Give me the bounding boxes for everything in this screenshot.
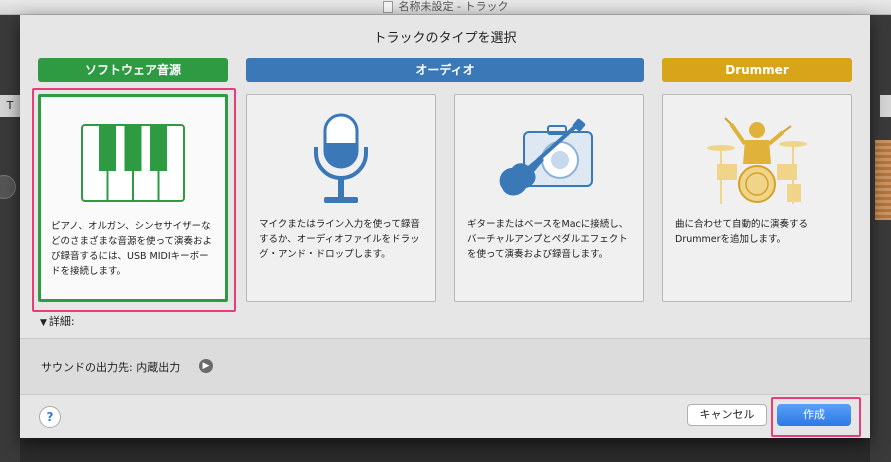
audio-waveform <box>875 140 891 220</box>
category-audio: オーディオ <box>246 58 644 82</box>
disclosure-triangle-icon: ▼ <box>40 318 47 328</box>
card-drummer[interactable]: 曲に合わせて自動的に演奏するDrummerを追加します。 <box>662 94 852 302</box>
window-titlebar: 名称未設定 - トラック <box>0 0 891 15</box>
window-title-wrap: 名称未設定 - トラック <box>0 0 891 14</box>
background-right-panel <box>870 15 891 462</box>
card-icon-wrap <box>663 113 851 209</box>
card-audio-guitar[interactable]: ギターまたはベースをMacに接続し、バーチャルアンプとペダルエフェクトを使って演… <box>454 94 644 302</box>
document-icon <box>382 1 393 13</box>
cancel-button[interactable]: キャンセル <box>687 404 767 426</box>
card-icon-wrap <box>247 113 435 209</box>
track-type-dialog: トラックのタイプを選択 ソフトウェア音源 オーディオ Drummer ピアノ、オ… <box>20 15 870 438</box>
track-toggle-button[interactable]: T <box>0 95 20 117</box>
output-label: サウンドの出力先: 内蔵出力 <box>41 361 181 374</box>
card-description: ギターまたはベースをMacに接続し、バーチャルアンプとペダルエフェクトを使って演… <box>467 219 629 260</box>
card-icon-wrap <box>455 113 643 209</box>
card-software-instrument[interactable]: ピアノ、オルガン、シンセサイザーなどのさまざまな音源を使って演奏および録音するに… <box>38 94 228 302</box>
card-description: ピアノ、オルガン、シンセサイザーなどのさまざまな音源を使って演奏および録音するに… <box>51 221 213 277</box>
category-drummer: Drummer <box>662 58 852 82</box>
piano-keyboard-icon <box>81 124 185 202</box>
create-button[interactable]: 作成 <box>777 404 851 426</box>
window-title: 名称未設定 - トラック <box>398 0 509 13</box>
card-icon-wrap <box>41 115 225 211</box>
category-software-instrument: ソフトウェア音源 <box>38 58 228 82</box>
microphone-icon <box>314 113 368 203</box>
output-settings-row: サウンドの出力先: 内蔵出力 ▶ <box>20 338 870 395</box>
guitar-amp-icon <box>499 118 593 196</box>
details-disclosure[interactable]: ▼ 詳細: <box>40 313 75 329</box>
drummer-icon <box>707 117 807 204</box>
card-description: マイクまたはライン入力を使って録音するか、オーディオファイルをドラッグ・アンド・… <box>259 219 420 260</box>
card-description: 曲に合わせて自動的に演奏するDrummerを追加します。 <box>675 219 809 245</box>
dialog-title: トラックのタイプを選択 <box>373 31 517 46</box>
output-arrow-icon[interactable]: ▶ <box>199 359 213 373</box>
volume-knob[interactable] <box>0 175 16 199</box>
help-button[interactable]: ? <box>39 406 61 428</box>
details-label: 詳細: <box>48 315 75 328</box>
track-region-button[interactable] <box>880 95 891 117</box>
card-audio-microphone[interactable]: マイクまたはライン入力を使って録音するか、オーディオファイルをドラッグ・アンド・… <box>246 94 436 302</box>
background-left-panel: T <box>0 15 20 462</box>
